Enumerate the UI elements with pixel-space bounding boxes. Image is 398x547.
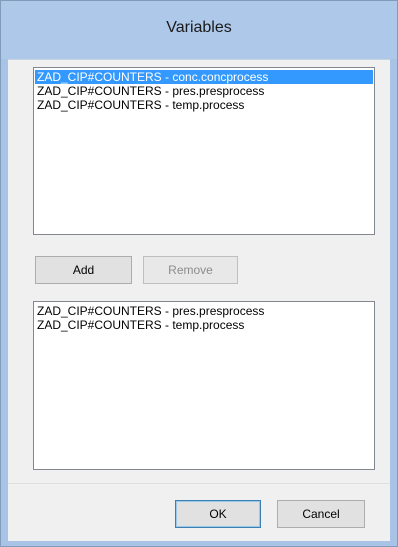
- add-button[interactable]: Add: [35, 256, 132, 284]
- available-variables-list[interactable]: ZAD_CIP#COUNTERS - conc.concprocess ZAD_…: [33, 67, 375, 235]
- cancel-button[interactable]: Cancel: [277, 500, 365, 528]
- list-item[interactable]: ZAD_CIP#COUNTERS - temp.process: [35, 98, 373, 112]
- window-title: Variables: [166, 19, 232, 36]
- footer-divider: [8, 483, 390, 484]
- list-item[interactable]: ZAD_CIP#COUNTERS - conc.concprocess: [35, 70, 373, 84]
- ok-button[interactable]: OK: [175, 500, 261, 528]
- title-bar[interactable]: Variables: [1, 1, 397, 59]
- list-item[interactable]: ZAD_CIP#COUNTERS - pres.presprocess: [35, 304, 373, 318]
- list-item[interactable]: ZAD_CIP#COUNTERS - temp.process: [35, 318, 373, 332]
- list-item[interactable]: ZAD_CIP#COUNTERS - pres.presprocess: [35, 84, 373, 98]
- dialog-body: ZAD_CIP#COUNTERS - conc.concprocess ZAD_…: [8, 59, 390, 541]
- selected-variables-list[interactable]: ZAD_CIP#COUNTERS - pres.presprocess ZAD_…: [33, 301, 375, 470]
- variables-dialog: Variables ZAD_CIP#COUNTERS - conc.concpr…: [0, 0, 398, 547]
- remove-button[interactable]: Remove: [143, 256, 238, 284]
